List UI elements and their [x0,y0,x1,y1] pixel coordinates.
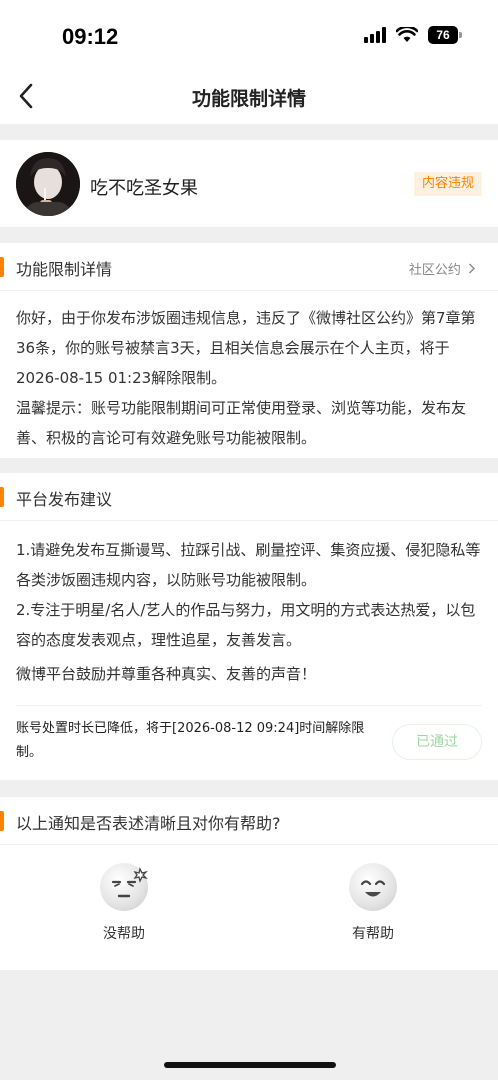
passed-button[interactable]: 已通过 [392,724,482,760]
divider [16,705,482,706]
helpful-button[interactable]: 有帮助 [328,857,418,943]
community-rules-link[interactable]: 社区公约 [409,259,476,278]
nav-bar: 功能限制详情 [0,70,498,124]
helpful-label: 有帮助 [352,926,394,942]
violation-tag: 内容违规 [413,172,482,196]
status-bar: 09:12 76 [0,0,498,70]
battery-icon: 76 [428,26,462,44]
section-title: 功能限制详情 [16,260,113,279]
section-header: 平台发布建议 [0,473,498,521]
feedback-options: 没帮助 有帮助 [0,857,498,957]
home-indicator[interactable] [164,1062,336,1068]
accent-bar [0,257,4,277]
accent-bar [0,811,4,831]
advice-list: 1.请避免发布互撕谩骂、拉踩引战、刷量控评、集资应援、侵犯隐私等各类涉饭圈违规内… [16,535,484,655]
smile-face-icon [349,863,397,911]
warm-tip: 温馨提示：账号功能限制期间可正常使用登录、浏览等功能，发布友善、积极的言论可有效… [16,399,467,447]
section-header: 功能限制详情 社区公约 [0,243,498,291]
reduced-penalty-notice: 账号处置时长已降低，将于[2026-08-12 09:24]时间解除限制。 [16,721,365,760]
username[interactable]: 吃不吃圣女果 [90,174,198,200]
page-title: 功能限制详情 [191,88,306,110]
avatar-image [16,152,80,216]
community-rules-link-label: 社区公约 [408,263,461,278]
restriction-detail-text: 你好，由于你发布涉饭圈违规信息，违反了《微博社区公约》第7章第36条，你的账号被… [16,303,484,453]
feedback-question: 以上通知是否表述清晰且对你有帮助? [16,814,281,833]
chevron-right-icon [469,263,475,274]
user-card: 吃不吃圣女果 内容违规 [0,140,498,227]
encourage-text: 微博平台鼓励并尊重各种真实、友善的声音！ [16,665,317,683]
wifi-icon [396,27,418,42]
not-helpful-button[interactable]: 没帮助 [79,857,169,943]
avatar[interactable] [16,152,80,216]
section-title: 平台发布建议 [16,490,113,509]
not-helpful-label: 没帮助 [103,926,145,942]
restriction-notice: 你好，由于你发布涉饭圈违规信息，违反了《微博社区公约》第7章第36条，你的账号被… [16,309,476,387]
unhappy-face-icon [100,863,149,911]
platform-advice-card: 平台发布建议 1.请避免发布互撕谩骂、拉踩引战、刷量控评、集资应援、侵犯隐私等各… [0,473,498,780]
accent-bar [0,487,4,507]
advice-item-2: 2.专注于明星/名人/艺人的作品与努力，用文明的方式表达热爱，以包容的态度发表观… [16,601,476,649]
status-time: 09:12 [62,24,119,49]
feedback-card: 以上通知是否表述清晰且对你有帮助? 没帮助 有帮助 [0,797,498,970]
advice-item-1: 1.请避免发布互撕谩骂、拉踩引战、刷量控评、集资应援、侵犯隐私等各类涉饭圈违规内… [16,541,481,589]
signal-icon [364,27,386,43]
status-icons: 76 [364,26,462,44]
section-header: 以上通知是否表述清晰且对你有帮助? [0,797,498,845]
restriction-detail-card: 功能限制详情 社区公约 你好，由于你发布涉饭圈违规信息，违反了《微博社区公约》第… [0,243,498,458]
